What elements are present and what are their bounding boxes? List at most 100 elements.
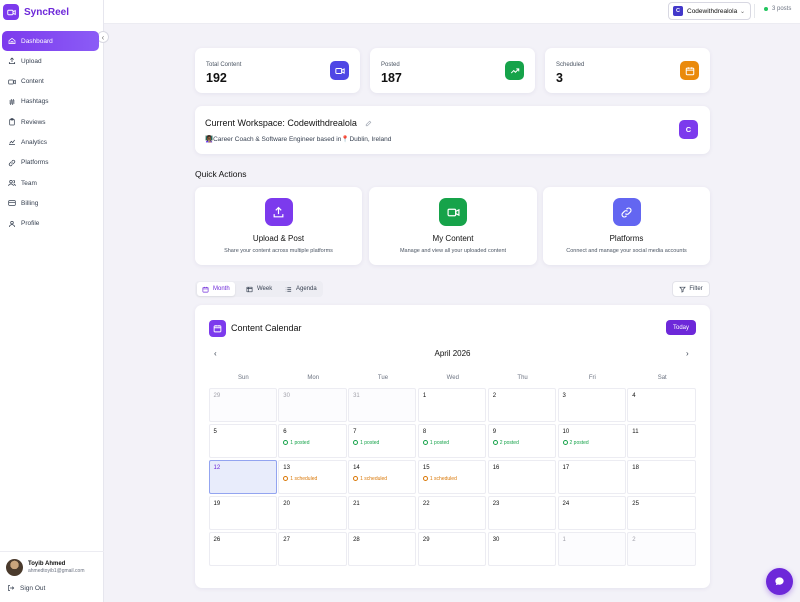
upload-icon <box>8 57 16 65</box>
chat-button[interactable] <box>766 568 793 595</box>
calendar-day-cell[interactable]: 81 posted <box>417 423 487 459</box>
calendar-day-cell[interactable]: 23 <box>487 495 556 530</box>
calendar-day-cell[interactable]: 18 <box>627 459 696 495</box>
day-number: 27 <box>283 536 290 543</box>
calendar-day-cell[interactable]: 10 2 posted <box>557 423 626 459</box>
check-circle-icon <box>283 440 289 446</box>
calendar-day-cell[interactable]: 31 <box>348 388 417 423</box>
quick-action-my-content[interactable]: My Content Manage and view all your uplo… <box>369 187 537 265</box>
day-number: 16 <box>492 464 500 471</box>
pencil-icon[interactable] <box>365 120 372 127</box>
calendar-day-cell[interactable]: 26 <box>208 531 277 566</box>
calendar-day-cell[interactable]: 24 <box>557 495 626 530</box>
calendar-day-cell[interactable]: 4 <box>627 388 696 423</box>
calendar-day-cell[interactable]: 16 <box>487 459 556 495</box>
calendar-day-cell[interactable]: 12 <box>208 459 277 495</box>
calendar-day-cell[interactable]: 28 <box>348 531 417 566</box>
filter-button[interactable]: Filter <box>672 281 710 297</box>
logout-icon <box>7 584 15 592</box>
day-number: 30 <box>492 536 500 543</box>
badge-text: 1 scheduled <box>360 475 388 482</box>
day-number: 18 <box>632 464 639 471</box>
calendar-day-cell[interactable]: 17 <box>557 459 626 495</box>
calendar-icon <box>209 320 226 337</box>
sidebar-item-analytics[interactable]: Analytics <box>2 132 99 152</box>
calendar-day-cell[interactable]: 20 <box>278 495 347 530</box>
day-number: 12 <box>213 464 221 471</box>
calendar-day-cell[interactable]: 21 <box>348 495 417 530</box>
calendar-day-cell[interactable]: 71 posted <box>348 423 417 459</box>
calendar-day-cell[interactable]: 2 <box>487 388 556 423</box>
weekday-label: Sat <box>657 375 667 381</box>
calendar-day-cell[interactable]: 5 <box>208 423 277 459</box>
posted-badge: 1 posted <box>353 440 379 446</box>
tab-month[interactable]: Month <box>197 282 235 296</box>
sidebar-nav: Dashboard Upload Content Hashtags Review… <box>0 31 104 234</box>
calendar-day-cell[interactable]: 61 posted <box>278 423 347 459</box>
calendar-day-cell[interactable]: 1 <box>557 531 626 566</box>
calendar-day-cell[interactable]: 2 <box>627 531 696 566</box>
today-button[interactable]: Today <box>666 320 696 335</box>
posted-badge: 1 posted <box>422 439 450 446</box>
tab-agenda[interactable]: Agenda <box>280 282 322 296</box>
quick-action-desc: Share your content across multiple platf… <box>224 248 333 254</box>
quick-action-upload[interactable]: Upload & Post Share your content across … <box>195 187 362 265</box>
calendar-day-cell[interactable]: 19 <box>208 495 277 530</box>
calendar-day-cell[interactable]: 27 <box>278 531 347 566</box>
calendar-day-cell[interactable]: 3 <box>557 388 626 423</box>
workspace-selector[interactable]: C Codewithdrealola ⌄ <box>668 2 751 20</box>
calendar-day-cell[interactable]: 11 <box>627 423 696 459</box>
video-icon <box>439 198 467 226</box>
calendar-day-cell[interactable]: 29 <box>208 388 277 423</box>
posted-badge: 1 posted <box>283 440 309 446</box>
badge-text: 1 posted <box>429 439 450 446</box>
sidebar-item-hashtags[interactable]: Hashtags <box>2 92 99 112</box>
sidebar-item-content[interactable]: Content <box>2 72 99 92</box>
calendar-day-cell[interactable]: 30 <box>487 531 556 566</box>
calendar-day-cell[interactable]: 92 posted <box>487 423 556 459</box>
calendar-day-cell[interactable]: 25 <box>627 495 696 530</box>
quick-action-title: My Content <box>432 234 474 243</box>
brand-name: SyncReel <box>24 6 70 18</box>
quick-actions-title: Quick Actions <box>195 169 247 179</box>
day-number: 22 <box>422 500 430 507</box>
chart-icon <box>8 138 16 146</box>
content-calendar: Content Calendar Today ‹ April 2026 › Su… <box>195 305 710 588</box>
day-number: 25 <box>632 500 639 507</box>
user-profile[interactable]: Toyib Ahmed ahmedtoyib1@gmail.com <box>0 552 104 576</box>
day-number: 14 <box>353 464 360 471</box>
badge-text: 1 scheduled <box>290 475 318 482</box>
calendar-day-cell[interactable]: 30 <box>278 388 347 423</box>
calendar-day-cell[interactable]: 29 <box>417 531 487 566</box>
chevron-right-icon[interactable]: › <box>686 349 689 358</box>
calendar-day-cell[interactable]: 14 1 scheduled <box>348 459 417 495</box>
calendar-day-cell[interactable]: 1 <box>417 388 487 423</box>
day-number: 15 <box>422 464 430 471</box>
calendar-day-cell[interactable]: 15 1 scheduled <box>417 459 487 495</box>
brand[interactable]: SyncReel <box>0 0 103 24</box>
stat-value: 192 <box>206 71 227 85</box>
sidebar-item-billing[interactable]: Billing <box>2 193 99 213</box>
sidebar-item-profile[interactable]: Profile <box>2 214 99 234</box>
calendar-day-cell[interactable]: 22 <box>417 495 487 530</box>
day-number: 10 <box>562 428 570 435</box>
tab-week[interactable]: Week <box>241 282 277 296</box>
sidebar-item-label: Upload <box>21 57 42 65</box>
chevron-down-icon: ⌄ <box>739 9 745 15</box>
quick-action-platforms[interactable]: Platforms Connect and manage your social… <box>543 187 710 265</box>
sidebar-item-upload[interactable]: Upload <box>2 51 99 71</box>
sign-out-button[interactable]: Sign Out <box>0 576 104 592</box>
weekday-label: Mon <box>307 375 320 381</box>
day-number: 28 <box>353 536 360 543</box>
day-number: 5 <box>213 428 217 435</box>
sidebar-item-platforms[interactable]: Platforms <box>2 153 99 173</box>
sidebar-item-team[interactable]: Team <box>2 173 99 193</box>
stat-card-total-content: Total Content 192 <box>195 48 360 93</box>
sidebar-item-reviews[interactable]: Reviews <box>2 112 99 132</box>
calendar-day-cell[interactable]: 13 1 scheduled <box>278 459 347 495</box>
link-icon <box>8 159 16 167</box>
sidebar-item-dashboard[interactable]: Dashboard <box>2 31 99 51</box>
day-number: 29 <box>422 536 430 543</box>
workspace-title: Current Workspace: Codewithdrealola <box>205 118 372 128</box>
clipboard-icon <box>8 118 16 126</box>
